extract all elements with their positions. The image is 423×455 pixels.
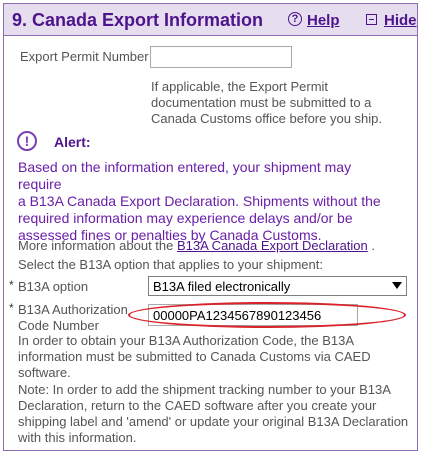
b13a-code-input[interactable] [148,304,358,326]
b13a-info-text: In order to obtain your B13A Authorizati… [18,333,371,381]
section-title: 9. Canada Export Information [12,10,264,30]
hide-link[interactable]: Hide [384,12,417,29]
info-line: In order to obtain your B13A Authorizati… [18,333,355,348]
b13a-option-selected: B13A filed electronically [153,279,291,294]
b13a-declaration-link[interactable]: B13A Canada Export Declaration [177,238,368,253]
note-line: Declaration, return to the CAED software… [18,398,377,413]
note-line: shipping label and 'amend' or update you… [18,414,409,429]
alert-title: Alert: [54,134,91,150]
note-line: If applicable, the Export Permit [151,79,329,94]
collapse-icon[interactable] [366,14,377,25]
required-marker: * [9,278,14,292]
b13a-code-label-line: B13A Authorization [18,302,128,317]
b13a-code-label-line: Code Number [18,318,99,333]
note-line: Canada Customs office before you ship. [151,111,383,126]
export-permit-note: If applicable, the Export Permit documen… [151,79,382,127]
note-line: documentation must be submitted to a [151,95,372,110]
info-line: information must be submitted to Canada … [18,349,371,364]
more-info-text: More information about the B13A Canada E… [18,238,375,254]
b13a-code-label: B13A Authorization Code Number [18,302,128,334]
alert-line: required information may experience dela… [18,210,353,226]
note-line: Note: In order to add the shipment track… [18,382,391,397]
help-link[interactable]: Help [307,12,340,29]
select-instruction: Select the B13A option that applies to y… [18,257,323,272]
note-line: with this information. [18,430,137,445]
more-info-prefix: More information about the [18,238,177,253]
alert-line: Based on the information entered, your s… [18,159,352,192]
section-header: 9. Canada Export Information ? Help Hide [4,4,417,36]
more-info-suffix: . [367,238,376,253]
required-marker: * [9,301,14,315]
export-permit-label: Export Permit Number [20,49,149,64]
help-icon[interactable]: ? [288,12,302,26]
dropdown-arrow-icon[interactable] [392,282,402,289]
alert-message: Based on the information entered, your s… [18,159,398,244]
export-permit-input[interactable] [150,46,292,68]
b13a-option-select[interactable]: B13A filed electronically [148,276,407,296]
b13a-note-text: Note: In order to add the shipment track… [18,382,408,446]
alert-line: a B13A Canada Export Declaration. Shipme… [18,193,381,209]
b13a-option-label: B13A option [18,279,89,294]
info-line: software. [18,365,71,380]
alert-icon: ! [17,131,37,151]
